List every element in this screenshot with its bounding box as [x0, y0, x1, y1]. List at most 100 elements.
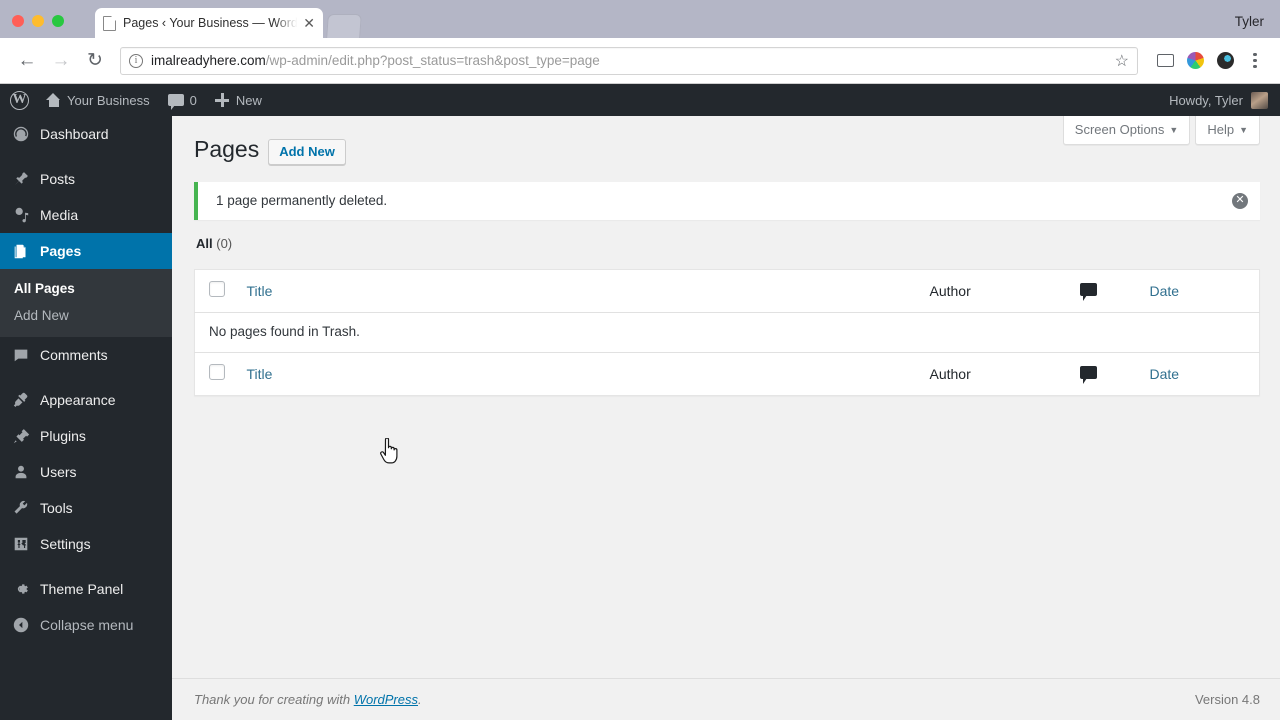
- sidebar-item-pages[interactable]: Pages: [0, 233, 180, 269]
- admin-bar-comments[interactable]: 0: [159, 84, 206, 116]
- main-content: Screen Options ▼ Help ▼ Pages Add New 1 pa…: [172, 116, 1280, 720]
- minimize-window-button[interactable]: [32, 15, 44, 27]
- pages-icon: [11, 241, 31, 261]
- table-foot: Title Author Date: [194, 351, 1260, 396]
- screen-options-button[interactable]: Screen Options ▼: [1062, 116, 1191, 145]
- browser-toolbar: ← → ↻ i imalreadyhere.com/wp-admin/edit.…: [0, 38, 1280, 84]
- url-path: /wp-admin/edit.php?post_status=trash&pos…: [265, 53, 600, 68]
- sidebar-divider: [0, 152, 172, 161]
- window-user-label[interactable]: Tyler: [1235, 14, 1264, 29]
- chevron-down-icon: ▼: [1169, 125, 1179, 135]
- back-icon[interactable]: ←: [12, 46, 42, 76]
- url-domain: imalreadyhere.com: [151, 53, 266, 68]
- column-title-footer[interactable]: Title: [236, 351, 920, 396]
- sidebar-item-theme-panel[interactable]: Theme Panel: [0, 571, 172, 607]
- close-window-button[interactable]: [12, 15, 24, 27]
- close-icon: ✕: [1232, 192, 1248, 209]
- sidebar-item-label: Users: [40, 464, 77, 480]
- column-title-label: Title: [246, 365, 273, 382]
- maximize-window-button[interactable]: [52, 15, 64, 27]
- bookmark-star-icon[interactable]: ☆: [1107, 51, 1129, 71]
- color-wheel-icon[interactable]: [1182, 48, 1208, 74]
- wp-logo-menu[interactable]: W: [0, 84, 37, 116]
- admin-bar-site-name[interactable]: Your Business: [37, 84, 159, 116]
- column-comments[interactable]: [1069, 269, 1140, 314]
- home-icon: [46, 93, 61, 107]
- collapse-menu-label: Collapse menu: [40, 617, 134, 633]
- filter-links: All (0): [196, 236, 1260, 251]
- column-date-label: Date: [1149, 282, 1180, 299]
- browser-tab[interactable]: Pages ‹ Your Business — Word ✕: [95, 8, 323, 38]
- column-date[interactable]: Date: [1139, 269, 1260, 314]
- address-bar[interactable]: i imalreadyhere.com/wp-admin/edit.php?po…: [120, 46, 1138, 75]
- column-author-footer: Author: [919, 351, 1070, 396]
- column-date-label: Date: [1149, 365, 1180, 382]
- help-button[interactable]: Help ▼: [1195, 116, 1260, 145]
- wordpress-logo-icon: W: [10, 90, 29, 110]
- submenu-item-all-pages[interactable]: All Pages: [0, 275, 172, 302]
- comments-icon: [167, 94, 184, 110]
- cast-icon[interactable]: [1152, 48, 1178, 74]
- gear-icon: [11, 579, 31, 599]
- reload-icon[interactable]: ↻: [80, 46, 110, 76]
- plug-icon: [11, 426, 31, 446]
- wp-admin-body: Dashboard Posts Media Pages All Pages Ad…: [0, 116, 1280, 720]
- sidebar-item-comments[interactable]: Comments: [0, 337, 172, 373]
- table-footer-row: Title Author Date: [194, 351, 1260, 396]
- new-tab-button[interactable]: [326, 14, 362, 38]
- sidebar-item-tools[interactable]: Tools: [0, 490, 172, 526]
- site-name-label: Your Business: [67, 92, 150, 108]
- submenu-item-add-new[interactable]: Add New: [0, 302, 172, 329]
- sidebar-item-label: Media: [40, 207, 79, 223]
- select-all-checkbox-footer[interactable]: [209, 363, 225, 380]
- sidebar-item-dashboard[interactable]: Dashboard: [0, 116, 172, 152]
- add-new-button[interactable]: Add New: [268, 138, 346, 165]
- plus-icon: [215, 93, 230, 108]
- sidebar-item-label: Theme Panel: [40, 581, 124, 597]
- sidebar-item-label: Appearance: [40, 392, 116, 408]
- screen-options-label: Screen Options: [1074, 122, 1165, 137]
- site-info-icon[interactable]: i: [129, 53, 143, 68]
- sidebar-item-label: Dashboard: [40, 126, 109, 142]
- sidebar-item-plugins[interactable]: Plugins: [0, 418, 172, 454]
- window-traffic-lights: [12, 15, 64, 27]
- select-all-header: [194, 269, 237, 314]
- wordpress-link[interactable]: WordPress: [354, 692, 418, 707]
- sidebar-item-posts[interactable]: Posts: [0, 161, 172, 197]
- pages-submenu: All Pages Add New: [0, 269, 172, 337]
- column-title[interactable]: Title: [236, 269, 920, 314]
- sidebar-item-label: Posts: [40, 171, 76, 187]
- kebab-menu-icon[interactable]: [1242, 48, 1268, 74]
- filter-all-link[interactable]: All: [196, 236, 213, 251]
- column-author-label: Author: [929, 365, 971, 382]
- status-notice: 1 page permanently deleted. ✕: [194, 181, 1260, 220]
- sidebar-item-label: Settings: [40, 536, 91, 552]
- column-comments-footer[interactable]: [1069, 351, 1140, 396]
- sidebar-item-label: Comments: [40, 347, 108, 363]
- chevron-down-icon: ▼: [1239, 125, 1248, 135]
- admin-bar-my-account[interactable]: Howdy, Tyler: [1169, 91, 1280, 109]
- select-all-checkbox[interactable]: [209, 280, 225, 297]
- wp-version: Version 4.8: [1194, 692, 1260, 707]
- browser-tabstrip: Pages ‹ Your Business — Word ✕ Tyler: [0, 0, 1280, 38]
- dismiss-notice-button[interactable]: ✕: [1228, 189, 1252, 213]
- column-title-label: Title: [246, 282, 273, 299]
- sidebar-item-settings[interactable]: Settings: [0, 526, 172, 562]
- pages-table: Title Author Date No pages found in Tras…: [194, 268, 1260, 396]
- dark-circle-icon[interactable]: [1212, 48, 1238, 74]
- column-date-footer[interactable]: Date: [1139, 351, 1260, 396]
- admin-bar-new-content[interactable]: New: [206, 84, 271, 116]
- mouse-cursor: [379, 437, 403, 468]
- notice-message: 1 page permanently deleted.: [216, 192, 388, 208]
- close-icon[interactable]: ✕: [299, 16, 315, 30]
- column-author: Author: [919, 269, 1070, 314]
- sidebar-item-media[interactable]: Media: [0, 197, 172, 233]
- sidebar-item-users[interactable]: Users: [0, 454, 172, 490]
- wrench-icon: [11, 498, 31, 518]
- sidebar-item-appearance[interactable]: Appearance: [0, 382, 172, 418]
- collapse-menu-button[interactable]: Collapse menu: [0, 607, 172, 643]
- dashboard-icon: [11, 124, 31, 144]
- column-author-label: Author: [929, 282, 971, 299]
- pin-icon: [11, 169, 31, 189]
- tab-title: Pages ‹ Your Business — Word: [123, 16, 298, 30]
